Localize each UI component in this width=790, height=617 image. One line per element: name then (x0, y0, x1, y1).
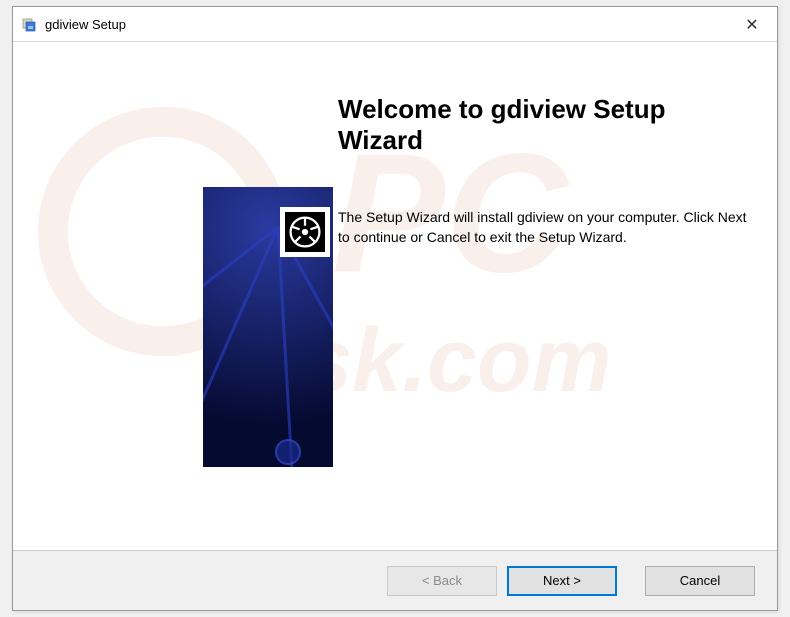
close-button[interactable]: ✕ (727, 7, 777, 42)
cancel-button[interactable]: Cancel (645, 566, 755, 596)
disc-icon (285, 212, 325, 252)
installer-icon (21, 16, 37, 32)
content-area: PC risk.com Welcome to gdiview Setup Wiz… (13, 42, 777, 550)
wizard-logo-box (280, 207, 330, 257)
wizard-heading: Welcome to gdiview Setup Wizard (338, 94, 738, 156)
titlebar: gdiview Setup ✕ (13, 7, 777, 42)
next-button[interactable]: Next > (507, 566, 617, 596)
close-icon: ✕ (745, 15, 758, 35)
wizard-body-text: The Setup Wizard will install gdiview on… (338, 207, 748, 248)
button-bar: < Back Next > Cancel (13, 550, 777, 610)
installer-window: gdiview Setup ✕ PC risk.com Welcome to g… (12, 6, 778, 611)
back-button: < Back (387, 566, 497, 596)
window-title: gdiview Setup (45, 17, 126, 32)
